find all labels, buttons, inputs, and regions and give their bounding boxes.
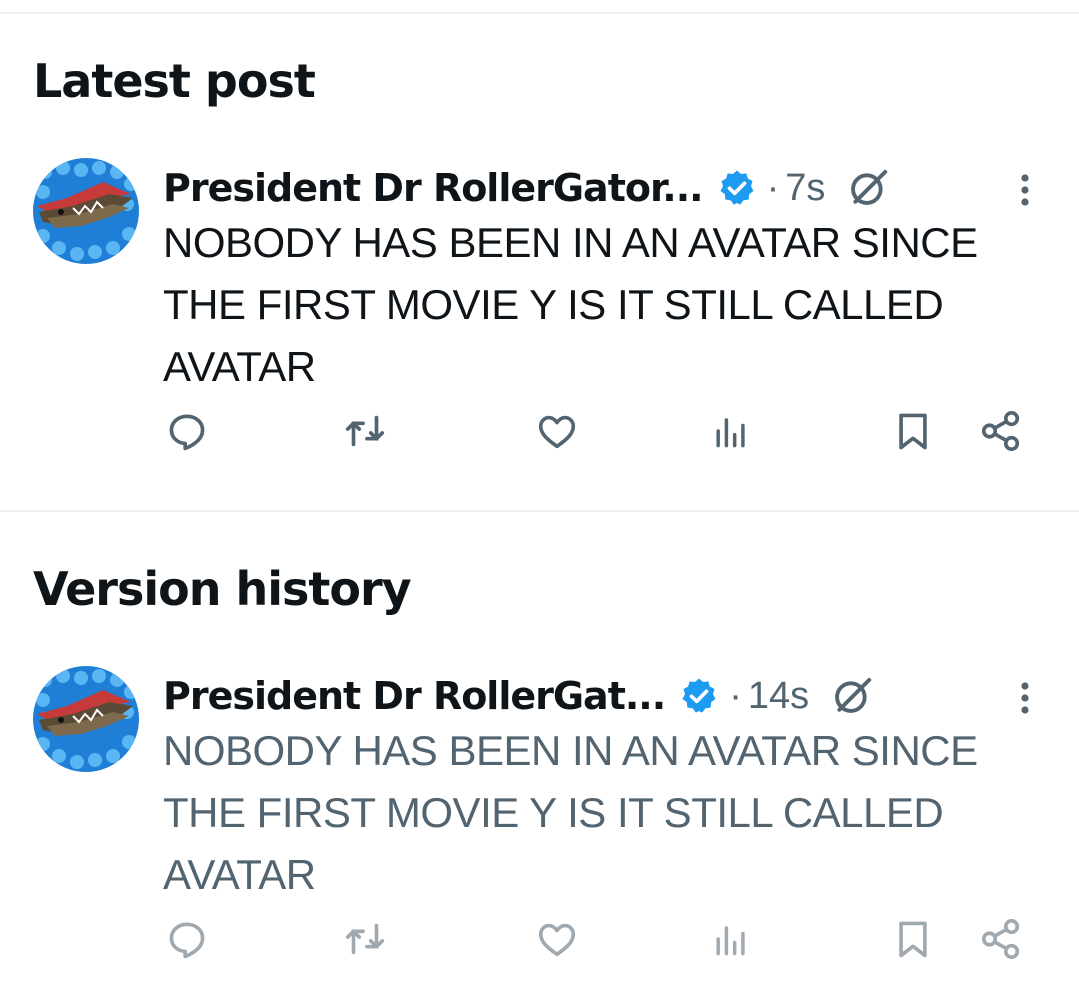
version-history-heading: Version history xyxy=(33,562,412,616)
bookmark-icon xyxy=(899,921,927,958)
repost-button[interactable] xyxy=(340,406,390,456)
reply-button[interactable] xyxy=(162,914,212,964)
post-text: NOBODY HAS BEEN IN AN AVATAR SINCE THE F… xyxy=(163,727,978,898)
post-text: NOBODY HAS BEEN IN AN AVATAR SINCE THE F… xyxy=(163,219,978,390)
post-actions xyxy=(0,406,1079,466)
author-row: President Dr RollerGat... · 14s xyxy=(163,666,875,726)
top-divider xyxy=(0,12,1079,14)
latest-post-heading: Latest post xyxy=(33,54,316,108)
grok-icon[interactable] xyxy=(845,165,891,211)
reply-button[interactable] xyxy=(162,406,212,456)
avatar[interactable] xyxy=(33,666,139,772)
post-time[interactable]: 7s xyxy=(785,167,825,210)
reply-icon xyxy=(169,414,205,451)
history-post[interactable]: President Dr RollerGat... · 14s NOBODY H… xyxy=(0,666,1079,1008)
post-actions xyxy=(0,914,1079,974)
reply-icon xyxy=(169,922,205,959)
separator-dot: · xyxy=(766,166,780,209)
latest-post[interactable]: President Dr RollerGator... · 7s NOBODY … xyxy=(0,158,1079,518)
like-button[interactable] xyxy=(532,914,582,964)
bookmark-icon xyxy=(899,413,927,450)
share-button[interactable] xyxy=(976,914,1026,964)
verified-badge-icon xyxy=(720,170,754,205)
bookmark-button[interactable] xyxy=(888,406,938,456)
like-icon xyxy=(538,415,576,449)
like-button[interactable] xyxy=(532,406,582,456)
author-name[interactable]: President Dr RollerGat... xyxy=(163,674,666,718)
bookmark-button[interactable] xyxy=(888,914,938,964)
views-button[interactable] xyxy=(706,914,756,964)
repost-button[interactable] xyxy=(340,914,390,964)
views-button[interactable] xyxy=(706,406,756,456)
share-icon xyxy=(981,410,1020,452)
more-options-icon[interactable] xyxy=(1010,678,1040,718)
post-edit-history-page: Latest post President Dr RollerGator... xyxy=(0,0,1079,1008)
author-row: President Dr RollerGator... · 7s xyxy=(163,158,891,218)
views-icon xyxy=(716,926,745,956)
verified-badge-icon xyxy=(682,678,716,713)
grok-icon[interactable] xyxy=(829,673,875,719)
post-time[interactable]: 14s xyxy=(748,675,809,718)
share-button[interactable] xyxy=(976,406,1026,456)
like-icon xyxy=(538,923,576,957)
separator-dot: · xyxy=(729,674,742,717)
views-icon xyxy=(716,418,745,448)
avatar[interactable] xyxy=(33,158,139,264)
section-divider xyxy=(0,510,1079,512)
repost-icon xyxy=(345,923,385,955)
share-icon xyxy=(981,918,1020,960)
repost-icon xyxy=(345,415,385,447)
author-name[interactable]: President Dr RollerGator... xyxy=(163,166,704,210)
more-options-icon[interactable] xyxy=(1010,170,1040,210)
